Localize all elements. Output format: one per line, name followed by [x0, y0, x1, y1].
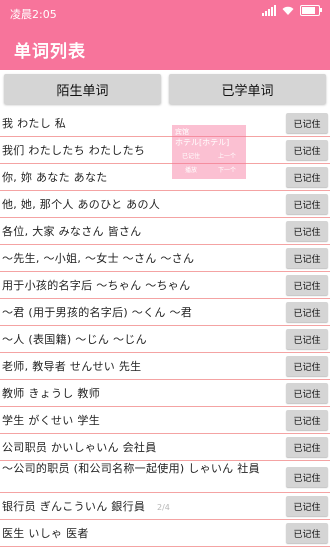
word-text: 公司职员 かいしゃいん 会社員: [2, 441, 157, 454]
list-item: 老师, 教导者 せんせい 先生 已记住: [0, 353, 330, 380]
popup-play-button[interactable]: 播放: [185, 165, 197, 174]
word-text: 用于小孩的名字后 ～ちゃん ～ちゃん: [2, 279, 191, 292]
app-header: 单词列表: [0, 26, 330, 70]
popup-remember-button[interactable]: 已记住: [182, 151, 200, 160]
list-item: 学生 がくせい 学生 已记住: [0, 407, 330, 434]
word-text: ～公司的职员 (和公司名称一起使用) しゃいん 社員: [2, 462, 260, 475]
word-list[interactable]: 我 わたし 私 已记住 我们 わたしたち わたしたち 已记住 你, 妳 あなた …: [0, 110, 330, 550]
remembered-button[interactable]: 已记住: [286, 329, 328, 349]
list-item: 你, 妳 あなた あなた 已记住: [0, 164, 330, 191]
word-text: 他, 她, 那个人 あのひと あの人: [2, 198, 161, 211]
popup-meaning: 宾馆: [175, 128, 189, 136]
list-item: 用于小孩的名字后 ～ちゃん ～ちゃん 已记住: [0, 272, 330, 299]
list-item: ～先生, ～小姐, ～女士 ～さん ～さん 已记住: [0, 245, 330, 272]
status-icons: [262, 5, 322, 16]
status-bar: 凌晨2:05: [0, 0, 330, 26]
remembered-button[interactable]: 已记住: [286, 437, 328, 457]
tab-bar: 陌生单词 已学单词: [0, 70, 330, 108]
remembered-button[interactable]: 已记住: [286, 496, 328, 516]
word-text: 银行员 ぎんこういん 銀行員: [2, 500, 146, 513]
list-item: 医生 いしゃ 医者 已记住: [0, 520, 330, 547]
word-popup: 宾馆 ホテル[ホテル] 已记住 上一个 播放 下一个: [172, 125, 246, 179]
remembered-button[interactable]: 已记住: [286, 275, 328, 295]
word-text: 医生 いしゃ 医者: [2, 527, 89, 540]
remembered-button[interactable]: 已记住: [286, 167, 328, 187]
remembered-button[interactable]: 已记住: [286, 194, 328, 214]
remembered-button[interactable]: 已记住: [286, 383, 328, 403]
remembered-button[interactable]: 已记住: [286, 113, 328, 133]
battery-icon: [300, 5, 322, 16]
remembered-button[interactable]: 已记住: [286, 140, 328, 160]
tab-learned-words[interactable]: 已学单词: [169, 74, 326, 104]
page-title: 单词列表: [14, 42, 86, 62]
word-text: ～君 (用于男孩的名字后) ～くん ～君: [2, 306, 193, 319]
list-item: 他, 她, 那个人 あのひと あの人 已记住: [0, 191, 330, 218]
remembered-button[interactable]: 已记住: [286, 467, 328, 487]
list-item: ～公司的职员 (和公司名称一起使用) しゃいん 社員 已记住: [0, 461, 330, 493]
list-item: 教师 きょうし 教师 已记住: [0, 380, 330, 407]
remembered-button[interactable]: 已记住: [286, 356, 328, 376]
remembered-button[interactable]: 已记住: [286, 221, 328, 241]
signal-icon: [262, 5, 276, 16]
word-text: ～人 (表国籍) ～じん ～じん: [2, 333, 147, 346]
word-text: 各位, 大家 みなさん 皆さん: [2, 225, 142, 238]
tab-unfamiliar-words[interactable]: 陌生单词: [4, 74, 161, 104]
popup-prev-button[interactable]: 上一个: [218, 151, 236, 160]
list-item: 各位, 大家 みなさん 皆さん 已记住: [0, 218, 330, 245]
remembered-button[interactable]: 已记住: [286, 248, 328, 268]
word-text: 老师, 教导者 せんせい 先生: [2, 360, 142, 373]
word-text: 学生 がくせい 学生: [2, 414, 100, 427]
list-item: 我们 わたしたち わたしたち 已记住: [0, 137, 330, 164]
list-item: 我 わたし 私 已记住: [0, 110, 330, 137]
remembered-button[interactable]: 已记住: [286, 523, 328, 543]
wifi-icon: [282, 6, 294, 16]
remembered-button[interactable]: 已记住: [286, 410, 328, 430]
popup-word: ホテル[ホテル]: [175, 138, 230, 147]
list-item: ～人 (表国籍) ～じん ～じん 已记住: [0, 326, 330, 353]
list-item: 公司职员 かいしゃいん 会社員 已记住: [0, 434, 330, 461]
word-text: 教师 きょうし 教师: [2, 387, 100, 400]
remembered-button[interactable]: 已记住: [286, 302, 328, 322]
word-text: ～先生, ～小姐, ～女士 ～さん ～さん: [2, 252, 195, 265]
list-item: ～君 (用于男孩的名字后) ～くん ～君 已记住: [0, 299, 330, 326]
status-time: 凌晨2:05: [10, 8, 57, 21]
popup-next-button[interactable]: 下一个: [218, 165, 236, 174]
page-indicator: 2/4: [157, 503, 170, 512]
